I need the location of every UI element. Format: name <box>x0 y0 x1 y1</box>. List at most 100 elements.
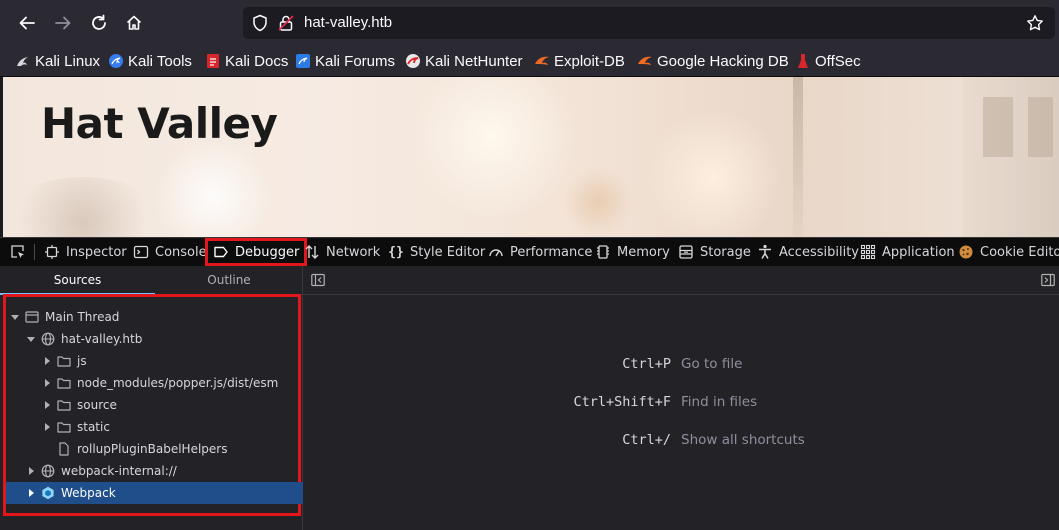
home-button[interactable] <box>119 7 149 39</box>
inspector-icon <box>44 244 60 260</box>
bookmark-label: Exploit-DB <box>554 52 625 70</box>
tree-item-label: hat-valley.htb <box>61 332 143 346</box>
debugger-icon <box>213 244 229 260</box>
webpack-icon <box>41 486 55 500</box>
collapse-arrow-icon[interactable] <box>26 488 36 498</box>
shortcut-key: Ctrl+Shift+F <box>573 394 671 410</box>
tab-accessibility[interactable]: Accessibility <box>757 238 859 266</box>
reload-button[interactable] <box>84 7 114 39</box>
tree-item-js[interactable]: js <box>6 350 334 372</box>
globe-icon <box>41 332 55 346</box>
tree-item-hat-valley[interactable]: hat-valley.htb <box>6 328 318 350</box>
back-button[interactable] <box>12 7 42 39</box>
bookmark-kali-forums[interactable]: Kali Forums <box>295 51 395 71</box>
tab-label: Style Editor <box>410 244 486 260</box>
shield-icon[interactable] <box>251 14 269 32</box>
bookmark-label: Kali NetHunter <box>425 52 523 70</box>
tab-label: Cookie Editor <box>980 244 1059 260</box>
performance-icon <box>488 244 504 260</box>
nethunter-icon <box>405 53 421 69</box>
tab-performance[interactable]: Performance <box>488 238 592 266</box>
folder-icon <box>57 420 71 434</box>
tab-label: Debugger <box>235 244 300 260</box>
file-icon <box>57 442 71 456</box>
tree-item-label: webpack-internal:// <box>61 464 177 478</box>
tab-memory[interactable]: Memory <box>595 238 670 266</box>
console-icon <box>133 244 149 260</box>
debugger-editor-pane: Ctrl+P Go to file Ctrl+Shift+F Find in f… <box>303 266 1059 530</box>
bookmark-label: Kali Linux <box>35 52 101 70</box>
tree-item-label: source <box>77 398 117 412</box>
bookmark-kali-nethunter[interactable]: Kali NetHunter <box>405 51 523 71</box>
sidebar-tabs: Sources Outline <box>0 266 303 295</box>
folder-icon <box>57 376 71 390</box>
tab-sources[interactable]: Sources <box>0 266 155 295</box>
star-icon[interactable] <box>1026 14 1044 32</box>
sources-tree: Main Thread hat-valley.htb js node_modul… <box>3 294 318 516</box>
bookmark-exploit-db[interactable]: Exploit-DB <box>534 51 625 71</box>
application-icon <box>860 244 876 260</box>
bookmarks-toolbar: Kali Linux Kali Tools Kali Docs Kali For… <box>0 46 1059 77</box>
tree-item-static[interactable]: static <box>6 416 334 438</box>
tree-item-webpack[interactable]: Webpack <box>6 482 318 504</box>
element-picker-button[interactable] <box>10 238 32 266</box>
cookie-icon <box>958 244 974 260</box>
bookmark-kali-docs[interactable]: Kali Docs <box>205 51 288 71</box>
tab-debugger[interactable]: Debugger <box>205 238 308 266</box>
toggle-secondary-pane-icon[interactable] <box>1041 273 1055 287</box>
forward-button[interactable] <box>48 7 78 39</box>
tab-label: Memory <box>617 244 670 260</box>
tab-storage[interactable]: Storage <box>678 238 751 266</box>
collapse-arrow-icon[interactable] <box>42 378 52 388</box>
tab-style-editor[interactable]: {} Style Editor <box>388 238 485 266</box>
shortcut-find-in-files[interactable]: Ctrl+Shift+F Find in files <box>303 394 1059 414</box>
exploit-db-icon <box>534 53 550 69</box>
tab-console[interactable]: Console <box>133 238 207 266</box>
url-bar[interactable]: hat-valley.htb <box>243 7 1055 39</box>
url-text[interactable]: hat-valley.htb <box>304 14 392 31</box>
kali-docs-icon <box>205 53 221 69</box>
tree-item-webpack-internal[interactable]: webpack-internal:// <box>6 460 318 482</box>
shortcut-key: Ctrl+/ <box>622 432 671 448</box>
reload-icon <box>90 14 108 32</box>
accessibility-icon <box>757 244 773 260</box>
tab-cookie-editor[interactable]: Cookie Editor <box>958 238 1059 266</box>
tab-label: Accessibility <box>779 244 859 260</box>
ghdb-icon <box>637 53 653 69</box>
tree-item-rollup-helpers[interactable]: rollupPluginBabelHelpers <box>6 438 349 460</box>
bookmark-offsec[interactable]: OffSec <box>795 51 861 71</box>
home-icon <box>125 14 143 32</box>
tree-item-source[interactable]: source <box>6 394 334 416</box>
tab-outline[interactable]: Outline <box>155 266 303 294</box>
bookmark-label: Google Hacking DB <box>657 52 789 70</box>
lock-icon[interactable] <box>277 14 295 32</box>
browser-toolbar: hat-valley.htb <box>0 0 1059 46</box>
tree-item-label: rollupPluginBabelHelpers <box>77 442 228 456</box>
page-banner: Hat Valley <box>3 77 1059 237</box>
toggle-sidebar-icon[interactable] <box>311 273 325 287</box>
tree-item-main-thread[interactable]: Main Thread <box>6 306 302 328</box>
tab-network[interactable]: Network <box>304 238 380 266</box>
bookmark-label: Kali Forums <box>315 52 396 70</box>
bookmark-google-hacking-db[interactable]: Google Hacking DB <box>637 51 789 71</box>
collapse-arrow-icon[interactable] <box>42 422 52 432</box>
collapse-arrow-icon[interactable] <box>42 356 52 366</box>
tab-application[interactable]: Application <box>860 238 955 266</box>
tab-label: Inspector <box>66 244 127 260</box>
forward-icon <box>54 14 72 32</box>
network-icon <box>304 244 320 260</box>
tree-item-label: Webpack <box>61 486 116 500</box>
shortcut-go-to-file[interactable]: Ctrl+P Go to file <box>303 356 1059 376</box>
bookmark-kali-linux[interactable]: Kali Linux <box>15 51 100 71</box>
shortcut-show-all[interactable]: Ctrl+/ Show all shortcuts <box>303 432 1059 452</box>
tree-item-node-modules[interactable]: node_modules/popper.js/dist/esm <box>6 372 334 394</box>
window-icon <box>25 310 39 324</box>
memory-icon <box>595 244 611 260</box>
bookmark-kali-tools[interactable]: Kali Tools <box>108 51 192 71</box>
collapse-arrow-icon[interactable] <box>26 466 36 476</box>
tab-inspector[interactable]: Inspector <box>44 238 127 266</box>
globe-icon <box>41 464 55 478</box>
expand-arrow-icon[interactable] <box>26 334 36 344</box>
expand-arrow-icon[interactable] <box>10 312 20 322</box>
collapse-arrow-icon[interactable] <box>42 400 52 410</box>
